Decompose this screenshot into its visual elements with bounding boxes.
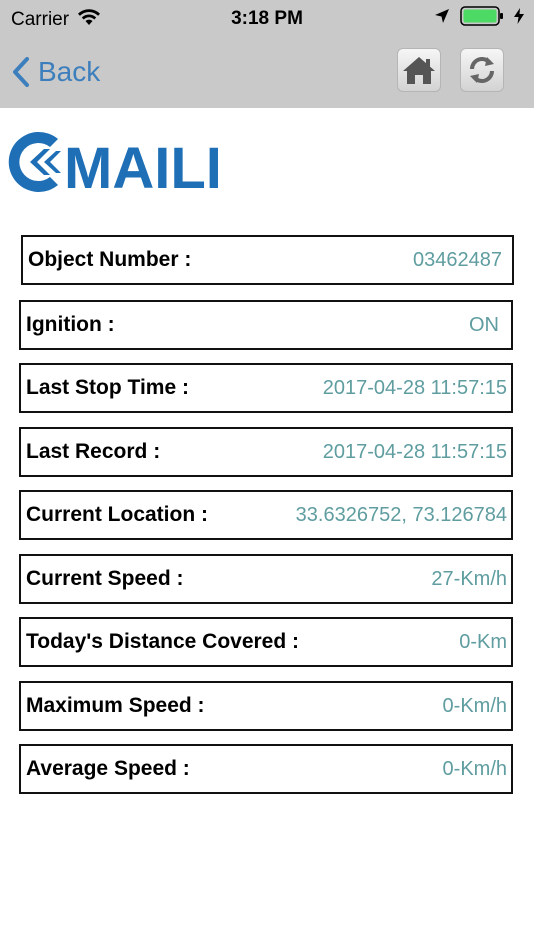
status-bar: Carrier 3:18 PM: [0, 0, 534, 36]
field-value: 2017-04-28 11:57:15: [322, 440, 507, 463]
field-row-ignition: Ignition : ON: [19, 300, 513, 350]
field-label: Maximum Speed :: [26, 694, 205, 717]
field-row-object-number: Object Number : 03462487: [21, 235, 514, 285]
location-arrow-icon: [434, 8, 450, 29]
field-label: Average Speed :: [26, 757, 190, 780]
status-right: [434, 6, 524, 31]
back-label: Back: [38, 56, 101, 87]
chevron-left-icon: [13, 57, 29, 87]
battery-icon: [460, 6, 504, 31]
back-button[interactable]: Back: [12, 52, 100, 92]
field-value: ON: [469, 313, 499, 336]
field-row-last-stop-time: Last Stop Time : 2017-04-28 11:57:15: [19, 363, 513, 413]
home-button[interactable]: [397, 48, 441, 92]
refresh-button[interactable]: [460, 48, 504, 92]
field-row-todays-distance: Today's Distance Covered : 0-Km: [19, 617, 513, 667]
field-label: Current Speed :: [26, 567, 184, 590]
field-label: Last Stop Time :: [26, 376, 189, 399]
charging-bolt-icon: [514, 8, 524, 29]
field-row-maximum-speed: Maximum Speed : 0-Km/h: [19, 681, 513, 731]
field-label: Current Location :: [26, 503, 208, 526]
field-row-average-speed: Average Speed : 0-Km/h: [19, 744, 513, 794]
maili-logo: MAILI: [0, 125, 230, 201]
field-value: 0-Km/h: [442, 694, 507, 717]
logo-text: MAILI: [64, 136, 222, 200]
field-label: Last Record :: [26, 440, 161, 463]
field-value: 33.6326752, 73.126784: [295, 503, 507, 526]
navigation-bar: Back: [0, 36, 534, 108]
field-value: 27-Km/h: [431, 567, 507, 590]
field-value: 0-Km/h: [442, 757, 507, 780]
field-row-current-speed: Current Speed : 27-Km/h: [19, 554, 513, 604]
refresh-icon: [470, 57, 494, 83]
field-label: Ignition :: [26, 313, 115, 336]
field-value: 0-Km: [459, 630, 507, 653]
field-value: 03462487: [413, 248, 502, 271]
field-row-current-location: Current Location : 33.6326752, 73.126784: [19, 490, 513, 540]
field-row-last-record: Last Record : 2017-04-28 11:57:15: [19, 427, 513, 477]
home-icon: [403, 57, 435, 84]
field-value: 2017-04-28 11:57:15: [322, 376, 507, 399]
field-label: Today's Distance Covered :: [26, 630, 300, 653]
field-label: Object Number :: [28, 248, 192, 271]
